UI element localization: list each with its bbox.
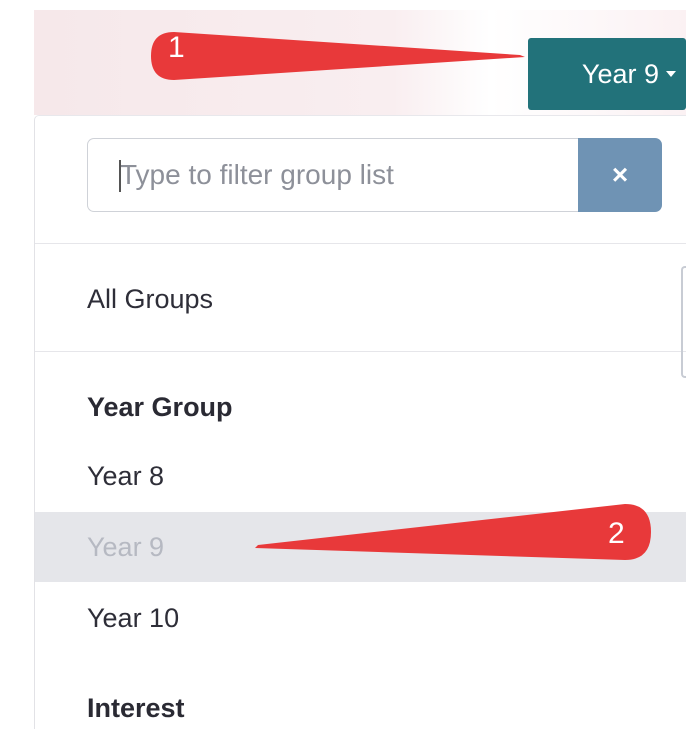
scrollbar[interactable] bbox=[681, 266, 686, 378]
group-filter-row: × bbox=[87, 138, 662, 212]
caret-down-icon bbox=[666, 71, 676, 77]
list-item-label: Year 9 bbox=[87, 531, 165, 562]
year-group-heading-label: Year Group bbox=[87, 391, 233, 422]
group-select-label: Year 9 bbox=[581, 58, 659, 89]
interest-heading: Interest bbox=[35, 673, 686, 743]
divider bbox=[35, 351, 686, 352]
divider bbox=[35, 243, 686, 244]
clear-filter-button[interactable]: × bbox=[578, 138, 662, 212]
interest-heading-label: Interest bbox=[87, 692, 185, 723]
group-select-button[interactable]: Year 9 bbox=[528, 38, 686, 110]
group-dropdown-menu: × All Groups Year Group Year 8 Year 9 Ye… bbox=[34, 115, 686, 729]
list-item-year-9[interactable]: Year 9 bbox=[35, 512, 686, 582]
group-filter-input[interactable] bbox=[87, 138, 578, 212]
list-item-label: Year 10 bbox=[87, 602, 180, 633]
list-item-year-10[interactable]: Year 10 bbox=[35, 583, 686, 653]
text-cursor bbox=[119, 160, 121, 192]
all-groups-label: All Groups bbox=[87, 283, 214, 314]
close-icon: × bbox=[611, 159, 629, 190]
list-item-year-8[interactable]: Year 8 bbox=[35, 441, 686, 511]
all-groups-item[interactable]: All Groups bbox=[35, 264, 686, 334]
year-group-heading: Year Group bbox=[35, 372, 686, 442]
list-item-label: Year 8 bbox=[87, 460, 165, 491]
